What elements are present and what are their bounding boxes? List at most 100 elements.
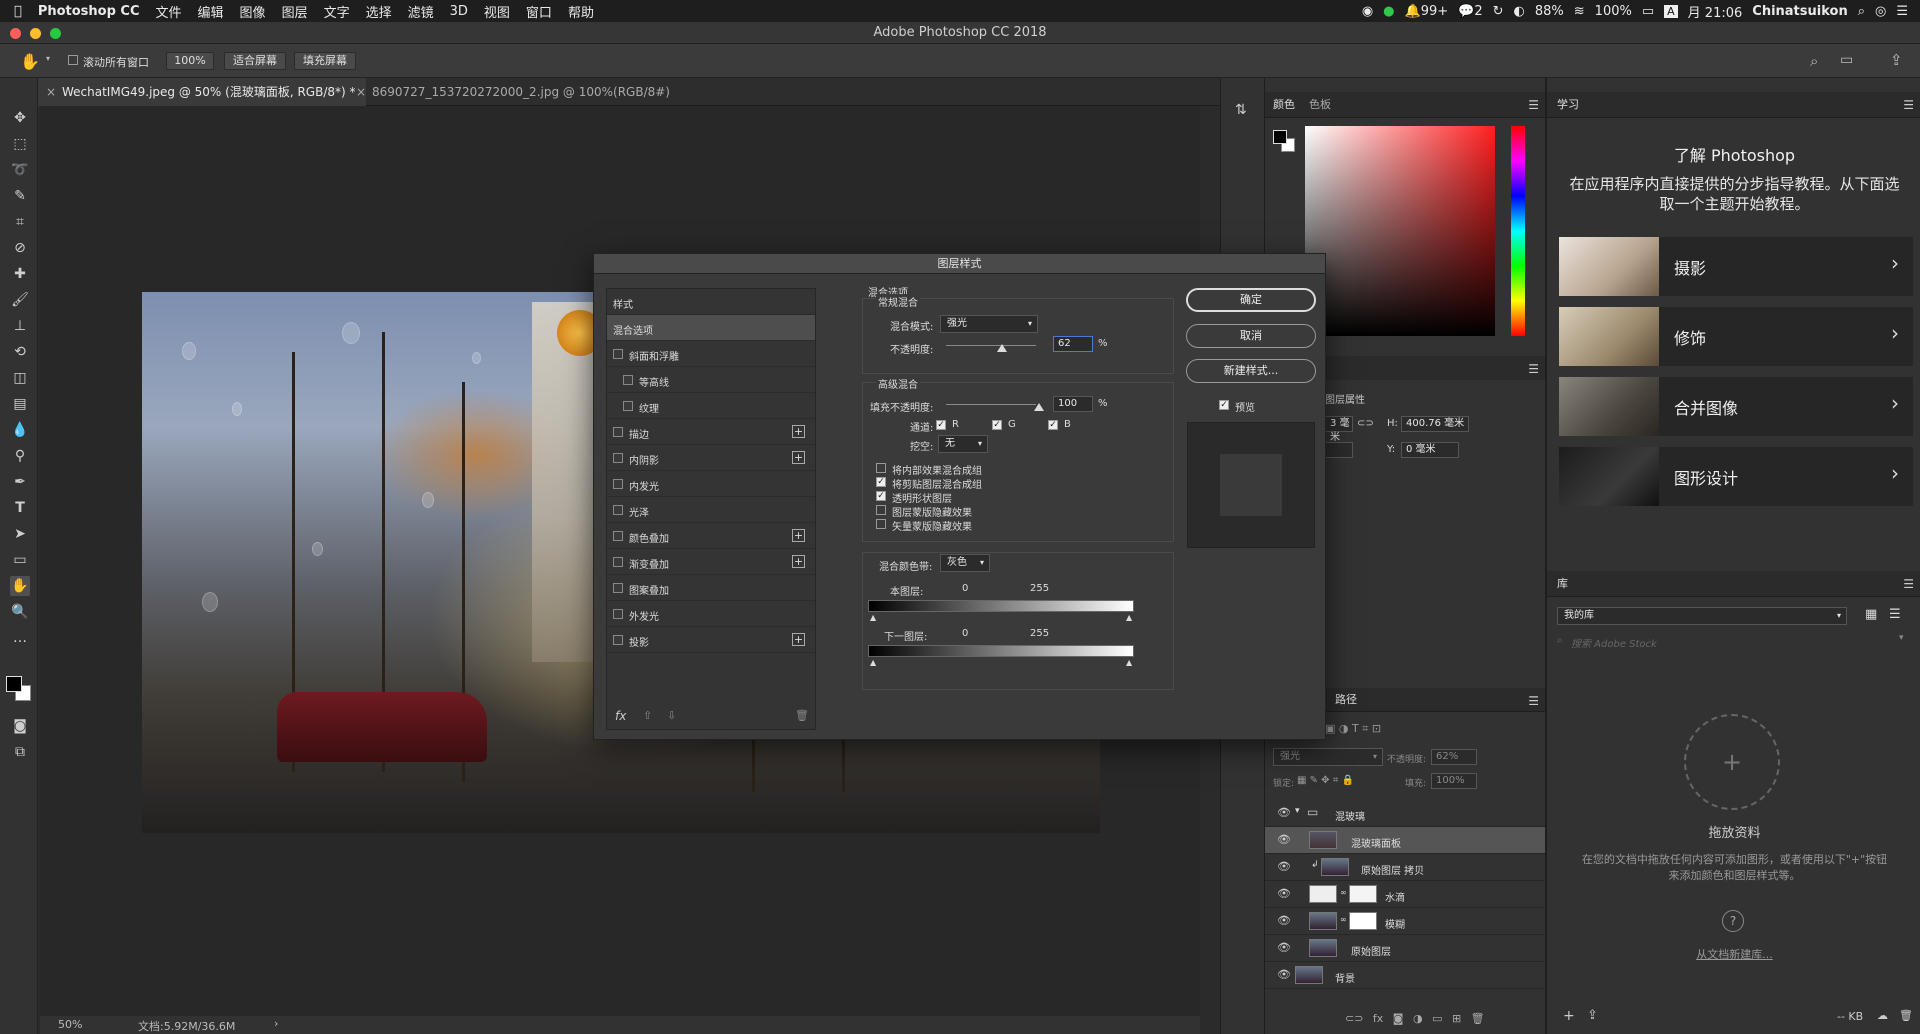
learn-card-retouch[interactable]: 修饰 › [1559, 307, 1913, 366]
hue-slider[interactable] [1511, 126, 1525, 336]
width-input[interactable]: 3 毫米 [1325, 416, 1353, 443]
trash-icon[interactable]: 🗑 [1899, 1009, 1913, 1022]
chevron-down-icon[interactable]: ▾ [1295, 806, 1300, 816]
menu-select[interactable]: 选择 [358, 2, 400, 21]
screen-mode-icon[interactable]: ⧉ [10, 742, 30, 762]
pen-tool-icon[interactable]: ✒ [10, 472, 30, 492]
advanced-option-checkbox[interactable] [876, 463, 886, 473]
layer-blend-mode-select[interactable]: 强光 ▾ [1273, 748, 1383, 766]
style-checkbox[interactable] [613, 453, 623, 463]
menu-help[interactable]: 帮助 [560, 2, 602, 21]
battery-icon[interactable]: ▭ [1642, 4, 1654, 19]
trash-icon[interactable]: 🗑 [795, 709, 809, 722]
new-library-link[interactable]: 从文档新建库... [1547, 946, 1920, 962]
layer-row[interactable]: 👁 原始图层 [1265, 935, 1545, 962]
menu-window[interactable]: 窗口 [518, 2, 560, 21]
close-window-button[interactable] [10, 28, 21, 39]
tab-color[interactable]: 颜色 [1273, 92, 1295, 118]
channel-b-checkbox[interactable]: ✓ [1048, 420, 1058, 430]
cancel-button[interactable]: 取消 [1186, 324, 1316, 348]
ok-button[interactable]: 确定 [1186, 288, 1316, 312]
control-center-icon[interactable]: ☰ [1896, 4, 1908, 19]
layer-row[interactable]: 👁 背景 [1265, 962, 1545, 989]
tab-library[interactable]: 库 [1557, 571, 1568, 597]
chain-icon[interactable]: ∞ [1340, 888, 1347, 897]
style-item[interactable]: 投影 + [607, 627, 815, 653]
zoom-100-button[interactable]: 100% [166, 52, 214, 70]
marquee-tool-icon[interactable]: ⬚ [10, 134, 30, 154]
channel-g-checkbox[interactable]: ✓ [992, 420, 1002, 430]
rectangle-tool-icon[interactable]: ▭ [10, 550, 30, 570]
add-style-icon[interactable]: + [792, 425, 805, 438]
status-menu-icon[interactable]: › [274, 1017, 278, 1030]
apple-icon[interactable]:  [0, 4, 30, 19]
menu-type[interactable]: 文字 [316, 2, 358, 21]
style-checkbox[interactable] [613, 479, 623, 489]
menu-filter[interactable]: 滤镜 [400, 2, 442, 21]
tab-document-2[interactable]: × 8690727_153720272000_2.jpg @ 100%(RGB/… [348, 78, 680, 106]
style-item[interactable]: 外发光 [607, 601, 815, 627]
panel-menu-icon[interactable]: ☰ [1903, 98, 1914, 112]
style-checkbox[interactable] [613, 505, 623, 515]
height-input[interactable]: 400.76 毫米 [1401, 416, 1469, 432]
style-item[interactable]: 内发光 [607, 471, 815, 497]
layer-opacity-input[interactable]: 62% [1431, 749, 1477, 765]
layer-row-selected[interactable]: 👁 混玻璃面板 [1265, 827, 1545, 854]
style-checkbox[interactable] [623, 375, 633, 385]
style-checkbox[interactable] [613, 583, 623, 593]
gradient-tool-icon[interactable]: ▤ [10, 394, 30, 414]
style-item[interactable]: 混合选项 [607, 315, 815, 341]
brush-tool-icon[interactable]: 🖌 [10, 290, 30, 310]
new-style-button[interactable]: 新建样式... [1186, 359, 1316, 383]
menu-edit[interactable]: 编辑 [190, 2, 232, 21]
move-up-icon[interactable]: ⇧ [643, 709, 652, 722]
share-icon[interactable]: ⇪ [1890, 51, 1903, 69]
underlying-white-slider[interactable]: ▲ [1126, 658, 1132, 667]
menu-view[interactable]: 视图 [476, 2, 518, 21]
layer-row[interactable]: 👁 ▾ ▭ 混玻璃 [1265, 800, 1545, 827]
layer-row[interactable]: 👁 ↲ 原始图层 拷贝 [1265, 854, 1545, 881]
library-select[interactable]: 我的库 ▾ [1557, 607, 1847, 625]
fill-opacity-slider-knob[interactable] [1034, 403, 1044, 411]
dodge-tool-icon[interactable]: ⚲ [10, 446, 30, 466]
add-style-icon[interactable]: + [792, 555, 805, 568]
style-checkbox[interactable] [623, 401, 633, 411]
add-plus-icon[interactable]: + [1684, 714, 1780, 810]
stamp-tool-icon[interactable]: ⊥ [10, 316, 30, 336]
history-brush-tool-icon[interactable]: ⟲ [10, 342, 30, 362]
clock[interactable]: 月 21:06 [1688, 2, 1743, 21]
learn-card-combine[interactable]: 合并图像 › [1559, 377, 1913, 436]
knockout-select[interactable]: 无 ▾ [938, 435, 988, 453]
quick-mask-icon[interactable]: ◙ [10, 716, 30, 736]
search-icon[interactable]: ⌕ [1810, 52, 1818, 70]
foreground-color-swatch[interactable] [6, 676, 22, 692]
eye-icon[interactable]: 👁 [1277, 860, 1291, 873]
panel-menu-icon[interactable]: ☰ [1528, 362, 1539, 376]
eraser-tool-icon[interactable]: ◫ [10, 368, 30, 388]
fill-screen-button[interactable]: 填充屏幕 [294, 52, 356, 70]
add-style-icon[interactable]: + [792, 451, 805, 464]
layer-row[interactable]: 👁 ∞ 模糊 [1265, 908, 1545, 935]
cloud-sync-icon[interactable]: ☁ [1877, 1009, 1888, 1022]
eyedropper-tool-icon[interactable]: ⊘ [10, 238, 30, 258]
help-icon[interactable]: ? [1722, 910, 1744, 932]
zoom-window-button[interactable] [50, 28, 61, 39]
menu-image[interactable]: 图像 [232, 2, 274, 21]
close-icon[interactable]: × [46, 78, 56, 106]
fill-opacity-input[interactable]: 100 [1053, 396, 1093, 412]
add-style-icon[interactable]: + [792, 633, 805, 646]
eye-icon[interactable]: 👁 [1277, 941, 1291, 954]
learn-card-graphic-design[interactable]: 图形设计 › [1559, 447, 1913, 506]
style-item[interactable]: 渐变叠加 + [607, 549, 815, 575]
advanced-option-checkbox[interactable]: ✓ [876, 491, 886, 501]
panel-menu-icon[interactable]: ☰ [1528, 98, 1539, 112]
preview-checkbox[interactable]: ✓ [1219, 400, 1229, 410]
foreground-color-swatch[interactable] [1273, 130, 1287, 144]
fit-screen-button[interactable]: 适合屏幕 [224, 52, 286, 70]
style-item[interactable]: 等高线 [607, 367, 815, 393]
this-layer-black-slider[interactable]: ▲ [870, 613, 876, 622]
stock-search-input[interactable]: 搜索 Adobe Stock [1571, 635, 1657, 650]
scroll-all-windows-checkbox[interactable] [68, 55, 78, 65]
user-name[interactable]: Chinatsuikon [1752, 4, 1847, 19]
close-icon[interactable]: × [356, 78, 366, 106]
